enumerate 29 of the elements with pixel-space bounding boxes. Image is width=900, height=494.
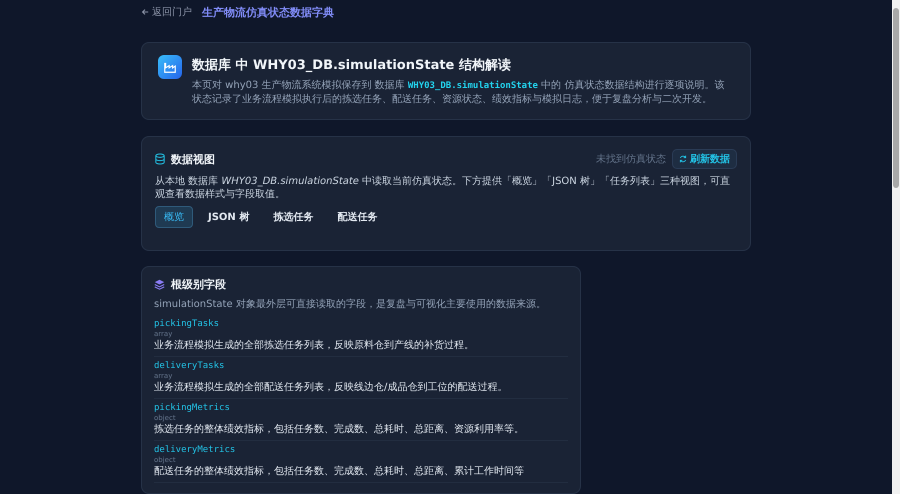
refresh-button[interactable]: 刷新数据: [672, 149, 737, 169]
view-description: 从本地 数据库 WHY03_DB.simulationState 中读取当前仿真状态。下方提供「概览」「JSON 树」「任务列表」三种视图，可直观查看数据样式与字段取值。: [155, 175, 731, 201]
scrollbar[interactable]: [892, 0, 900, 494]
section-title: 数据视图: [171, 152, 215, 166]
section-title: 根级别字段: [171, 277, 226, 292]
factory-icon: [158, 55, 182, 79]
header-title: 数据库 中 WHY03_DB.simulationState 结构解读: [192, 56, 512, 74]
page-title: 生产物流仿真状态数据字典: [202, 4, 334, 20]
field-description: 业务流程模拟生成的全部配送任务列表，反映线边仓/成品仓到工位的配送过程。: [154, 381, 508, 394]
field-description: 业务流程模拟生成的全部拣选任务列表，反映原料仓到产线的补货过程。: [154, 339, 475, 352]
database-icon: [155, 153, 165, 165]
view-tab[interactable]: 拣选任务: [264, 206, 322, 228]
field-name: deliveryMetrics: [154, 445, 236, 456]
status-text: 未找到仿真状态: [596, 152, 666, 166]
field-name: pickingTasks: [154, 319, 220, 330]
field-description: 配送任务的整体绩效指标，包括任务数、完成数、总耗时、总距离、累计工作时间等: [154, 465, 525, 478]
field-name: deliveryTasks: [154, 361, 226, 372]
refresh-icon: [679, 155, 687, 163]
back-arrow-icon: [141, 8, 149, 16]
back-link[interactable]: 返回门户: [141, 5, 192, 19]
layers-icon: [154, 279, 165, 290]
field-description: 拣选任务的整体绩效指标，包括任务数、完成数、总耗时、总距离、资源利用率等。: [154, 423, 525, 436]
view-tab[interactable]: JSON 树: [199, 206, 258, 228]
section-description: simulationState 对象最外层可直接读取的字段，是复盘与可视化主要使用的数据来源。: [154, 298, 547, 311]
scrollbar-thumb[interactable]: [893, 8, 899, 188]
field-name: pickingMetrics: [154, 403, 231, 414]
header-description: 本页对 why03 生产物流系统模拟保存到 数据库 WHY03_DB.simulationState 中的 仿真状态数据结构进行逐项说明。该状态记录了业务流程模拟执行后的拣选任务、配送任务、资源状态、绩效指标与模拟日志，便于复盘分析与二次开发。: [192, 79, 726, 107]
view-tab[interactable]: 概览: [155, 206, 193, 228]
view-tab[interactable]: 配送任务: [328, 206, 386, 228]
